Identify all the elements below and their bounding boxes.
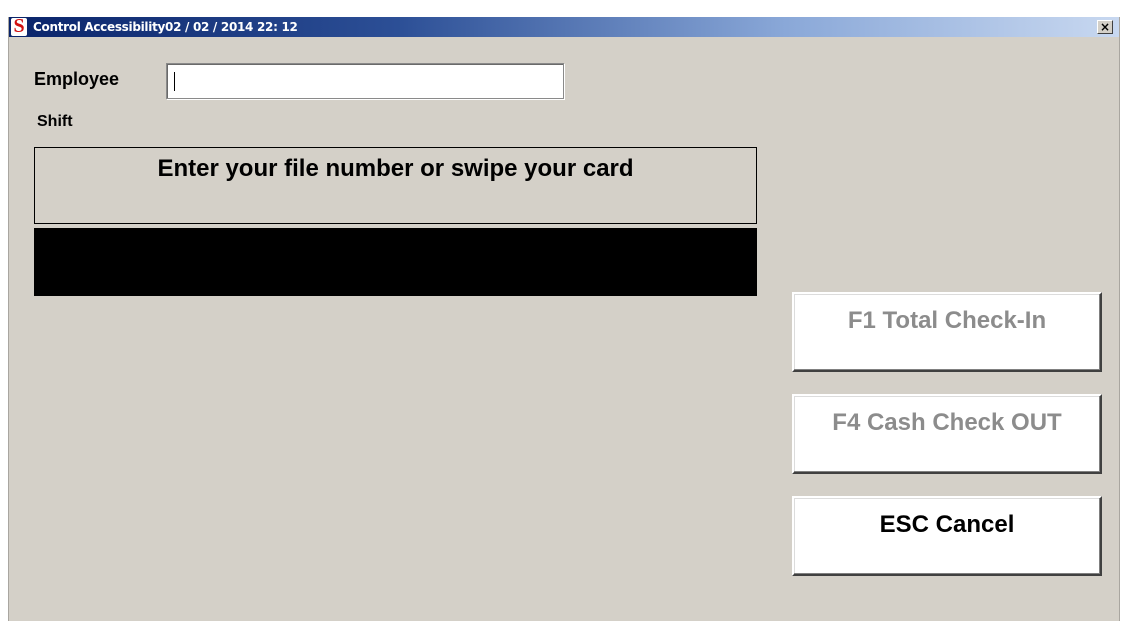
app-window: S Control Accessibility02 / 02 / 2014 22… [8, 17, 1120, 621]
employee-input[interactable] [166, 63, 564, 99]
instruction-box: Enter your file number or swipe your car… [34, 147, 757, 224]
cancel-label: ESC Cancel [879, 511, 1015, 538]
cash-check-out-button[interactable]: F4 Cash Check OUT [792, 394, 1102, 474]
close-button[interactable]: × [1097, 20, 1113, 34]
close-icon: × [1099, 20, 1111, 34]
app-icon-glyph: S [13, 18, 25, 36]
text-caret [174, 72, 175, 91]
dollar-s-icon: S [11, 18, 27, 36]
card-display-panel [34, 228, 757, 296]
window-title: Control Accessibility02 / 02 / 2014 22: … [33, 20, 298, 34]
total-check-in-button[interactable]: F1 Total Check-In [792, 292, 1102, 372]
employee-label: Employee [34, 69, 120, 89]
title-bar[interactable]: S Control Accessibility02 / 02 / 2014 22… [9, 17, 1119, 37]
instruction-text: Enter your file number or swipe your car… [157, 155, 634, 182]
shift-label: Shift [37, 113, 73, 130]
cancel-button[interactable]: ESC Cancel [792, 496, 1102, 576]
total-check-in-label: F1 Total Check-In [847, 307, 1047, 334]
cash-check-out-label: F4 Cash Check OUT [832, 409, 1062, 436]
